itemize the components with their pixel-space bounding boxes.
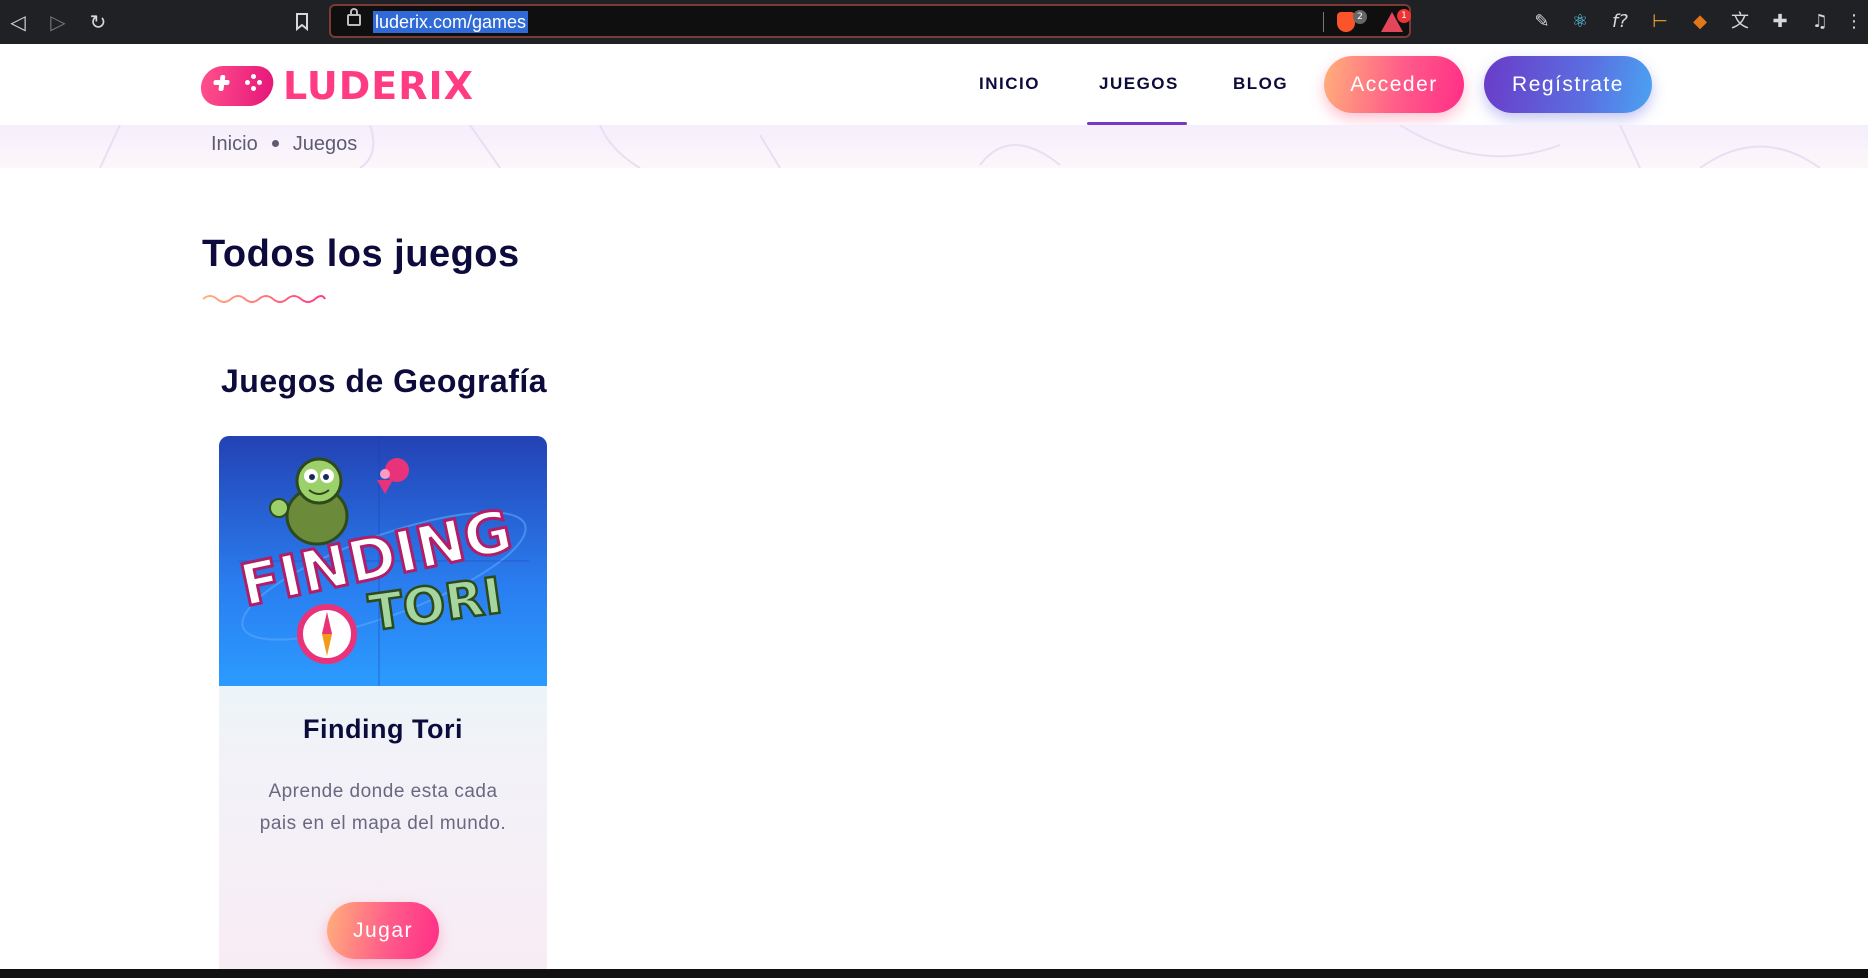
translate-extension-icon[interactable]: 文 — [1726, 8, 1754, 36]
pen-extension-icon[interactable]: ✎ — [1528, 8, 1556, 36]
menu-icon[interactable]: ⋮ — [1840, 8, 1868, 36]
nav-item-blog[interactable]: BLOG — [1233, 74, 1288, 94]
divider — [1323, 12, 1324, 32]
site-header: LUDERIX INICIO JUEGOS BLOG Acceder Regís… — [0, 44, 1868, 125]
game-cover-image[interactable]: FINDING TORI — [219, 436, 547, 686]
react-devtools-icon[interactable]: ⚛ — [1566, 8, 1594, 36]
reload-icon[interactable]: ↻ — [84, 8, 112, 36]
page-title: Todos los juegos — [202, 233, 520, 275]
metamask-icon[interactable]: ◆ — [1686, 8, 1714, 36]
branch-extension-icon[interactable]: ⊢ — [1646, 8, 1674, 36]
finding-tori-artwork: FINDING TORI — [233, 436, 529, 686]
login-button[interactable]: Acceder — [1324, 56, 1464, 113]
rewards-count-badge: 1 — [1397, 9, 1411, 23]
breadcrumb-separator — [271, 139, 279, 147]
gamepad-buttons-icon — [245, 74, 263, 92]
nav-item-juegos[interactable]: JUEGOS — [1099, 74, 1179, 94]
breadcrumb-home[interactable]: Inicio — [211, 133, 258, 155]
browser-toolbar: ◁ ▷ ↻ luderix.com/games 2 1 ✎ ⚛ f? ⊢ ◆ 文… — [0, 0, 1868, 44]
url-text[interactable]: luderix.com/games — [373, 11, 529, 33]
register-button[interactable]: Regístrate — [1484, 56, 1652, 113]
logo-text: LUDERIX — [283, 64, 474, 108]
address-bar[interactable]: luderix.com/games 2 1 — [329, 4, 1411, 38]
lock-icon — [347, 8, 361, 26]
section-title-geografia: Juegos de Geografía — [221, 363, 548, 399]
taskbar-strip — [0, 969, 1868, 978]
breadcrumb-banner: Inicio Juegos — [0, 125, 1868, 168]
shields-count-badge: 2 — [1353, 10, 1367, 24]
game-title[interactable]: Finding Tori — [219, 714, 547, 745]
forward-icon[interactable]: ▷ — [44, 8, 72, 36]
breadcrumb: Inicio Juegos — [211, 133, 357, 156]
nav-item-inicio[interactable]: INICIO — [979, 74, 1040, 94]
game-card: FINDING TORI Finding Tori Aprende donde … — [219, 436, 547, 978]
function-extension-icon[interactable]: f? — [1606, 8, 1634, 36]
game-description: Aprende donde esta cada pais en el mapa … — [259, 781, 507, 834]
bookmark-icon[interactable] — [288, 8, 316, 36]
play-button[interactable]: Jugar — [327, 902, 439, 959]
extensions-puzzle-icon[interactable]: ✚ — [1766, 8, 1794, 36]
breadcrumb-current: Juegos — [292, 133, 358, 155]
back-icon[interactable]: ◁ — [4, 8, 32, 36]
media-controls-icon[interactable]: ♫ — [1806, 8, 1834, 36]
gamepad-icon — [198, 66, 276, 106]
title-squiggle-decoration — [202, 295, 326, 303]
